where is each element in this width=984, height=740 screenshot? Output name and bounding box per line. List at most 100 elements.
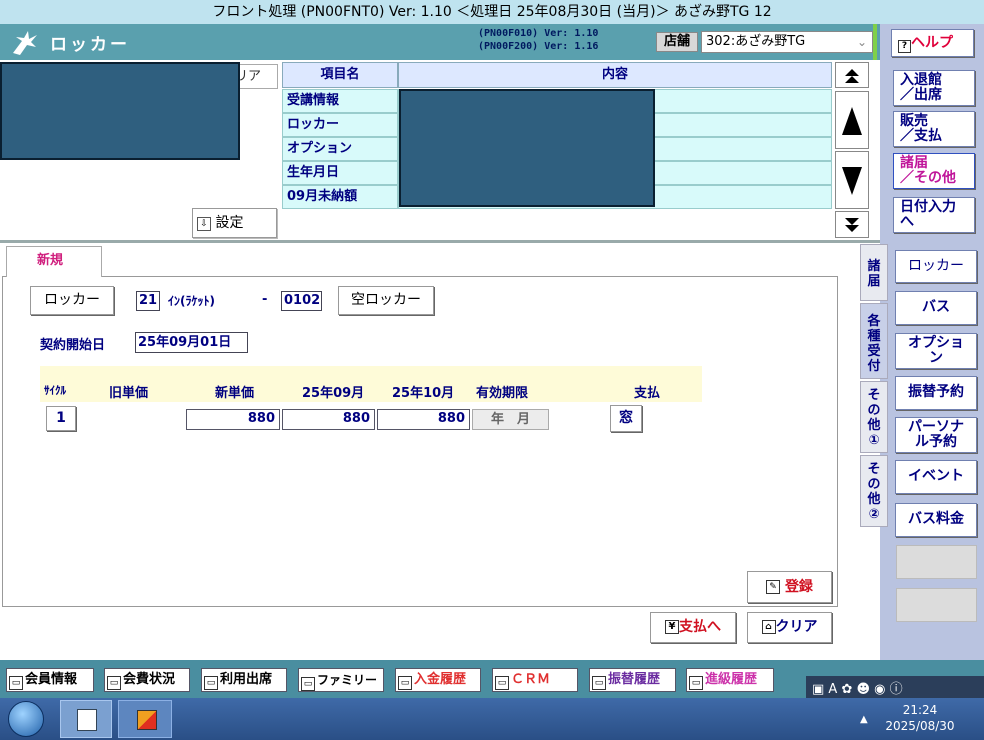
redacted-member-info <box>0 62 240 160</box>
clock[interactable]: 21:24 2025/08/30 <box>880 702 960 734</box>
member-info-button[interactable]: ▭ 会員情報 <box>6 668 94 692</box>
tray-arrow-icon[interactable]: ▲ <box>860 714 868 725</box>
help-label: ヘルプ <box>911 35 953 51</box>
taskbar: ▲ 21:24 2025/08/30 <box>0 698 984 740</box>
month-1-field[interactable]: 880 <box>282 409 375 430</box>
row-label: 受講情報 <box>282 89 398 113</box>
window-icon: ▭ <box>107 676 121 690</box>
double-up-arrow-icon <box>845 69 859 83</box>
scroll-down-button[interactable] <box>835 151 869 209</box>
register-button[interactable]: ✎ 登録 <box>747 571 832 603</box>
family-button[interactable]: ▭ ファミリー <box>298 668 384 692</box>
ime-icons[interactable]: ▣ A ✿ ☻ ◉ ⓘ <box>812 678 903 697</box>
menu-sales-payment[interactable]: 販売 ／支払 <box>893 111 975 147</box>
submenu-option[interactable]: オプショ ン <box>895 333 977 369</box>
window-icon: ▭ <box>301 677 315 691</box>
taskbar-app[interactable] <box>60 700 112 738</box>
menu-notifications-other[interactable]: 諸届 ／その他 <box>893 153 975 189</box>
register-label: 登録 <box>784 579 813 595</box>
store-value: 302:あざみ野TG <box>706 34 806 49</box>
submenu-transfer-reservation[interactable]: 振替予約 <box>895 376 977 410</box>
to-payment-label: 支払へ <box>679 619 721 635</box>
submenu-bus-fee[interactable]: バス料金 <box>895 503 977 537</box>
month-2-field[interactable]: 880 <box>377 409 470 430</box>
tab-other-1[interactable]: そ の 他 ① <box>860 381 888 453</box>
version-info: (PN00F010) Ver: 1.10 (PN00F200) Ver: 1.1… <box>478 27 598 53</box>
window-icon: ▭ <box>398 676 412 690</box>
submenu-personal-reservation[interactable]: パーソナ ル予約 <box>895 417 977 453</box>
bottom-button-label: 利用出席 <box>220 672 273 687</box>
tab-notifications[interactable]: 諸 届 <box>860 244 888 301</box>
locker-type-label: ｲﾝ(ﾗｹｯﾄ) <box>168 294 215 308</box>
start-date-label: 契約開始日 <box>40 338 106 353</box>
tab-other-2[interactable]: そ の 他 ② <box>860 455 888 527</box>
locker-code-field[interactable]: 0102 <box>281 291 322 311</box>
vertical-tabs: 諸 届 各 種 受 付 そ の 他 ① そ の 他 ② <box>860 244 888 664</box>
start-date-field[interactable]: 25年09月01日 <box>135 332 248 353</box>
cycle-button[interactable]: 1 <box>46 406 76 431</box>
fee-status-button[interactable]: ▭ 会費状況 <box>104 668 190 692</box>
grid-header-cell: 新単価 <box>215 386 255 401</box>
start-button[interactable] <box>8 701 44 737</box>
form-panel <box>2 276 838 607</box>
down-arrow-icon <box>842 167 862 195</box>
scroll-bottom-button[interactable] <box>835 211 869 238</box>
edit-icon: ✎ <box>766 580 781 594</box>
grid-header-cell: ｻｲｸﾙ <box>44 384 66 397</box>
grid-header-cell: 支払 <box>634 386 661 401</box>
crm-button[interactable]: ▭ ＣＲＭ <box>492 668 578 692</box>
clock-time: 21:24 <box>902 703 938 717</box>
row-label: オプション <box>282 137 398 161</box>
status-strip <box>873 24 877 60</box>
document-icon <box>77 709 97 731</box>
yen-icon: ¥ <box>665 620 679 634</box>
store-select[interactable]: 302:あざみ野TG ⌄ <box>701 31 873 53</box>
menu-date-input[interactable]: 日付入力 へ <box>893 197 975 233</box>
locker-select-button[interactable]: ロッカー <box>30 286 114 315</box>
promotion-history-button[interactable]: ▭ 進級履歴 <box>686 668 774 692</box>
bottom-button-label: 振替履歴 <box>608 672 661 687</box>
window-icon: ▭ <box>204 676 218 690</box>
version-line: (PN00F200) Ver: 1.16 <box>478 41 599 52</box>
menu-entry-exit[interactable]: 入退館 ／出席 <box>893 70 975 106</box>
to-payment-button[interactable]: ¥ 支払へ <box>650 612 736 643</box>
row-label: 生年月日 <box>282 161 398 185</box>
tab-new[interactable]: 新規 <box>6 246 102 277</box>
help-icon: ? <box>898 40 911 53</box>
settings-label: 設定 <box>215 215 244 231</box>
bottom-button-label: 会費状況 <box>123 672 176 687</box>
locker-number-field[interactable]: 21 <box>136 291 160 311</box>
store-label: 店舗 <box>656 32 698 52</box>
grid-header-cell: 25年09月 <box>302 386 365 401</box>
new-price-field[interactable]: 880 <box>186 409 280 430</box>
settings-button[interactable]: ⇩ 設定 <box>192 208 277 238</box>
submenu-event[interactable]: イベント <box>895 460 977 494</box>
scroll-up-button[interactable] <box>835 91 869 149</box>
scroll-top-button[interactable] <box>835 62 869 88</box>
submenu-locker[interactable]: ロッカー <box>895 250 977 283</box>
empty-locker-button[interactable]: 空ロッカー <box>338 286 434 315</box>
submenu-empty <box>896 588 977 622</box>
grid-header: ｻｲｸﾙ 旧単価 新単価 25年09月 25年10月 有効期限 支払 <box>40 366 702 402</box>
bottom-button-label: 進級履歴 <box>705 672 758 687</box>
settings-icon: ⇩ <box>197 217 211 231</box>
transfer-history-button[interactable]: ▭ 振替履歴 <box>589 668 676 692</box>
help-button[interactable]: ? ヘルプ <box>891 29 974 57</box>
version-line: (PN00F010) Ver: 1.10 <box>478 28 599 39</box>
deposit-history-button[interactable]: ▭ 入金履歴 <box>395 668 481 692</box>
payment-window-button[interactable]: 窓 <box>610 405 642 432</box>
taskbar-app[interactable] <box>118 700 172 738</box>
row-label: 09月未納額 <box>282 185 398 209</box>
clock-date: 2025/08/30 <box>885 719 955 733</box>
pegasus-logo-icon <box>10 29 40 57</box>
chevron-down-icon: ⌄ <box>856 35 867 49</box>
submenu-bus[interactable]: バス <box>895 291 977 325</box>
tab-various-reception[interactable]: 各 種 受 付 <box>860 303 888 379</box>
clear-button[interactable]: ⌂ クリア <box>747 612 832 643</box>
clear-icon: ⌂ <box>761 620 776 634</box>
grid-header-cell: 25年10月 <box>392 386 455 401</box>
bottom-button-label: ファミリー <box>317 673 378 687</box>
column-header-item: 項目名 <box>282 62 398 88</box>
window-icon: ▭ <box>592 676 606 690</box>
usage-attendance-button[interactable]: ▭ 利用出席 <box>201 668 287 692</box>
